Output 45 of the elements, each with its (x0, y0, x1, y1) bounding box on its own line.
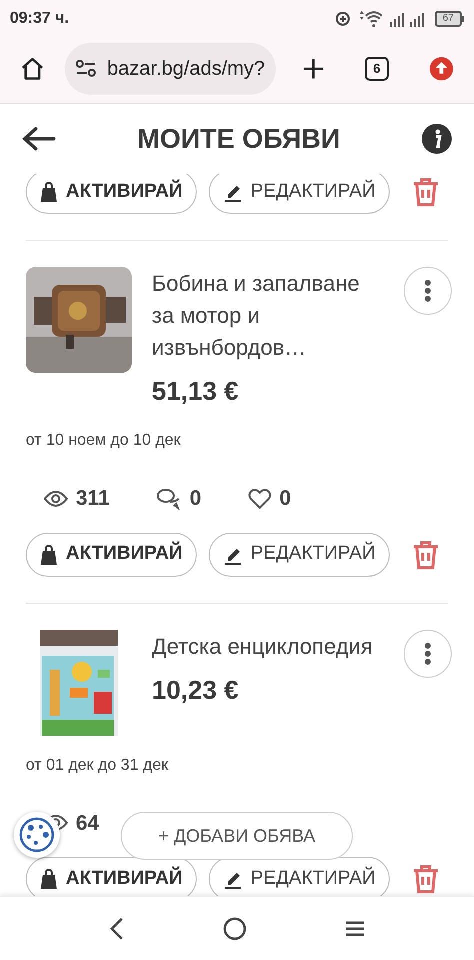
info-icon[interactable] (422, 124, 452, 154)
home-nav-icon[interactable] (223, 916, 247, 940)
eye-icon (44, 490, 68, 508)
recents-nav-icon[interactable] (345, 920, 365, 938)
battery-icon: 67 (434, 11, 464, 27)
cookie-settings-button[interactable] (14, 812, 60, 858)
activate-button[interactable]: АКТИВИРАЙ (26, 532, 197, 576)
add-listing-button[interactable]: + ДОБАВИ ОБЯВА (121, 812, 353, 860)
edit-button[interactable]: РЕДАКТИРАЙ (208, 532, 390, 576)
bag-icon (40, 869, 58, 889)
listing-title[interactable]: Детска енциклопедия (152, 630, 384, 662)
back-nav-icon[interactable] (109, 916, 125, 940)
listing-period: от 01 дек до 31 дек (26, 756, 170, 776)
plus-icon[interactable] (302, 56, 326, 80)
upload-icon[interactable] (428, 56, 454, 82)
back-arrow-icon[interactable] (22, 126, 56, 152)
address-bar[interactable]: bazar.bg/ads/my? (65, 42, 276, 94)
messages-count: 0 (190, 486, 202, 512)
trash-icon[interactable] (412, 864, 440, 894)
edit-button[interactable]: РЕДАКТИРАЙ (208, 174, 390, 214)
more-options-button[interactable] (404, 630, 452, 678)
listing-price: 10,23 € (152, 674, 240, 706)
more-icon (425, 280, 431, 302)
home-icon[interactable] (20, 56, 46, 82)
favorites-count: 0 (280, 486, 292, 512)
views-count: 64 (76, 810, 100, 836)
trash-icon[interactable] (412, 177, 440, 207)
more-options-button[interactable] (404, 267, 452, 315)
tune-icon[interactable] (75, 60, 98, 78)
listing-period: от 10 ноем до 10 дек (26, 431, 182, 451)
views-count: 311 (76, 486, 110, 512)
trash-icon[interactable] (412, 540, 440, 570)
bag-icon (40, 544, 58, 564)
heart-icon (248, 488, 272, 510)
bag-icon (40, 182, 58, 202)
listing-title[interactable]: Бобина и запалване за мотор и извънбордов… (152, 267, 384, 364)
page-title: МОИТЕ ОБЯВИ (136, 122, 342, 156)
tab-count-button[interactable]: 6 (365, 56, 389, 80)
activate-button[interactable]: АКТИВИРАЙ (26, 174, 197, 214)
cookie-icon (19, 817, 55, 853)
status-time: 09:37 ч. (10, 9, 70, 29)
chat-icon (156, 488, 182, 510)
more-icon (425, 642, 431, 664)
location-icon (334, 11, 351, 27)
listing-price: 51,13 € (152, 375, 240, 408)
